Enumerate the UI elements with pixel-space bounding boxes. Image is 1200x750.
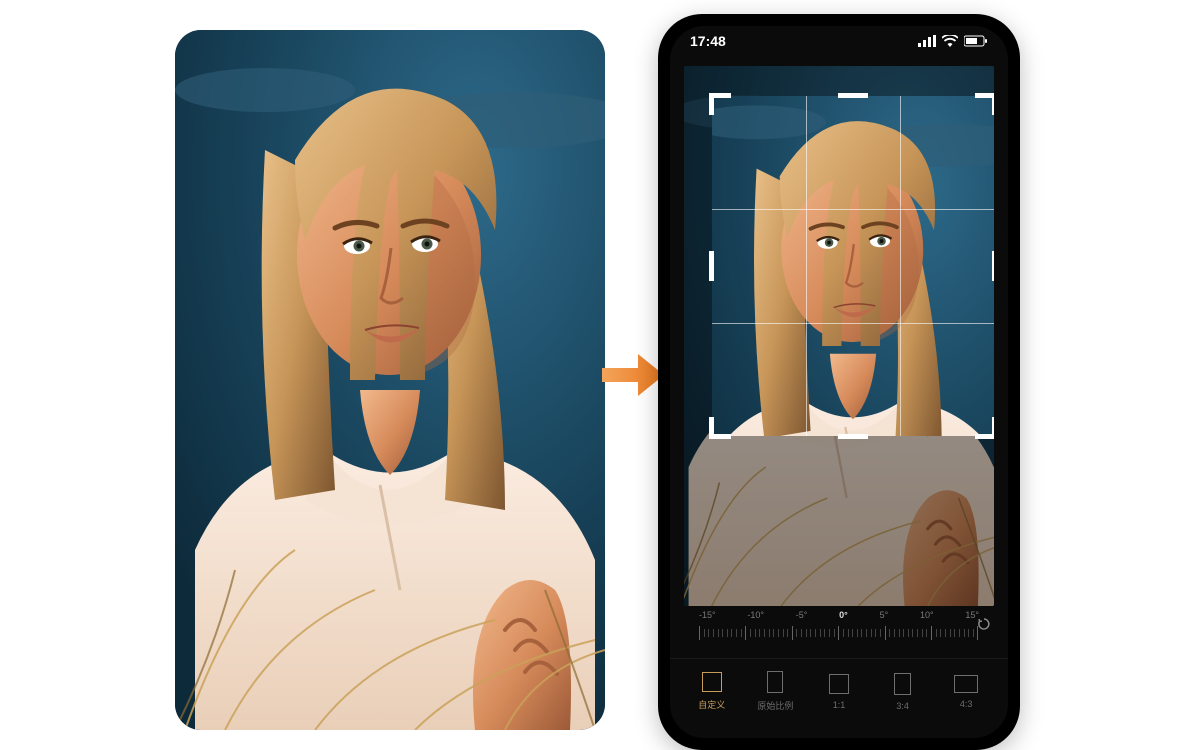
crop-handle-tr[interactable] xyxy=(975,93,994,115)
ratio-shape-icon xyxy=(702,672,722,692)
ratio-option-3:4[interactable]: 3:4 xyxy=(875,673,931,711)
crop-handle-tl[interactable] xyxy=(709,93,731,115)
crop-handle-top[interactable] xyxy=(838,93,868,98)
signal-icon xyxy=(918,35,936,47)
editor-photo xyxy=(684,66,994,606)
ratio-option-1:1[interactable]: 1:1 xyxy=(811,674,867,710)
ratio-shape-icon xyxy=(894,673,911,695)
crop-handle-left[interactable] xyxy=(709,251,714,281)
status-bar: 17:48 xyxy=(670,26,1008,56)
phone-mockup: 17:48 xyxy=(658,14,1020,750)
ratio-label: 3:4 xyxy=(896,701,909,711)
ratio-option-free[interactable]: 自定义 xyxy=(684,672,740,711)
ratio-shape-icon xyxy=(767,671,783,693)
ratio-label: 自定义 xyxy=(698,698,725,711)
crop-handle-bl[interactable] xyxy=(709,417,731,439)
straighten-labels: -15° -10° -5° 0° 5° 10° 15° xyxy=(699,610,979,620)
crop-handle-br[interactable] xyxy=(975,417,994,439)
status-icons xyxy=(918,35,988,47)
phone-screen: 17:48 xyxy=(670,26,1008,738)
original-photo xyxy=(175,30,605,730)
battery-icon xyxy=(964,35,988,47)
ratio-shape-icon xyxy=(829,674,849,694)
wifi-icon xyxy=(942,35,958,47)
crop-handle-right[interactable] xyxy=(992,251,994,281)
ratio-shape-icon xyxy=(954,675,978,693)
portrait-image xyxy=(175,30,605,730)
ratio-label: 1:1 xyxy=(833,700,846,710)
status-time: 17:48 xyxy=(690,33,726,49)
ratio-option-original[interactable]: 原始比例 xyxy=(747,671,803,712)
crop-frame[interactable] xyxy=(712,96,994,436)
ratio-option-4:3[interactable]: 4:3 xyxy=(938,675,994,709)
ratio-label: 原始比例 xyxy=(757,699,793,712)
aspect-ratio-row: 自定义 原始比例 1:1 3:4 4:3 xyxy=(670,658,1008,738)
straighten-scale[interactable]: -15° -10° -5° 0° 5° 10° 15° xyxy=(670,608,1008,658)
ratio-label: 4:3 xyxy=(960,699,973,709)
crop-canvas[interactable] xyxy=(670,56,1008,608)
reset-straighten-icon[interactable] xyxy=(976,616,992,635)
crop-handle-bottom[interactable] xyxy=(838,434,868,439)
